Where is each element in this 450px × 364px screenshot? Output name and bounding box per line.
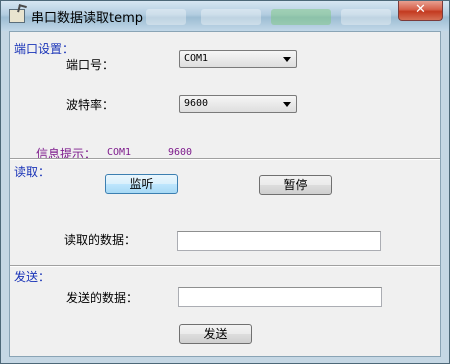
info-baud: 9600 — [168, 147, 193, 158]
port-settings-label: 端口设置： — [14, 42, 75, 56]
send-data-label: 发送的数据： — [66, 291, 139, 305]
baud-select[interactable]: 9600 — [179, 95, 297, 113]
background-blur — [146, 9, 186, 25]
close-icon: ✕ — [415, 2, 426, 17]
divider — [10, 158, 440, 160]
app-icon — [9, 9, 25, 23]
divider — [10, 265, 440, 267]
port-label: 端口号： — [66, 58, 115, 72]
chevron-down-icon — [283, 102, 291, 107]
app-window: 串口数据读取temp ✕ 端口设置： 端口号： COM1 波特率： 9600 信… — [0, 0, 450, 364]
title-bar[interactable]: 串口数据读取temp ✕ — [1, 1, 449, 31]
baud-label: 波特率： — [66, 98, 115, 112]
listen-button[interactable]: 监听 — [105, 174, 178, 194]
read-data-field[interactable] — [177, 231, 381, 251]
baud-select-value: 9600 — [184, 98, 209, 109]
send-section-label: 发送： — [14, 270, 51, 284]
read-data-label: 读取的数据： — [64, 233, 137, 247]
background-blur — [201, 9, 261, 25]
chevron-down-icon — [283, 57, 291, 62]
port-select[interactable]: COM1 — [179, 50, 297, 68]
send-button[interactable]: 发送 — [179, 324, 252, 344]
send-data-field[interactable] — [178, 287, 382, 307]
client-area: 端口设置： 端口号： COM1 波特率： 9600 信息提示： COM1 960… — [9, 31, 441, 357]
port-select-value: COM1 — [184, 53, 209, 64]
background-blur — [271, 9, 331, 25]
pause-button[interactable]: 暂停 — [259, 175, 332, 195]
info-port: COM1 — [107, 147, 132, 158]
read-section-label: 读取： — [14, 165, 51, 179]
window-title: 串口数据读取temp — [31, 11, 144, 26]
close-button[interactable]: ✕ — [398, 1, 443, 21]
background-blur — [341, 9, 391, 25]
